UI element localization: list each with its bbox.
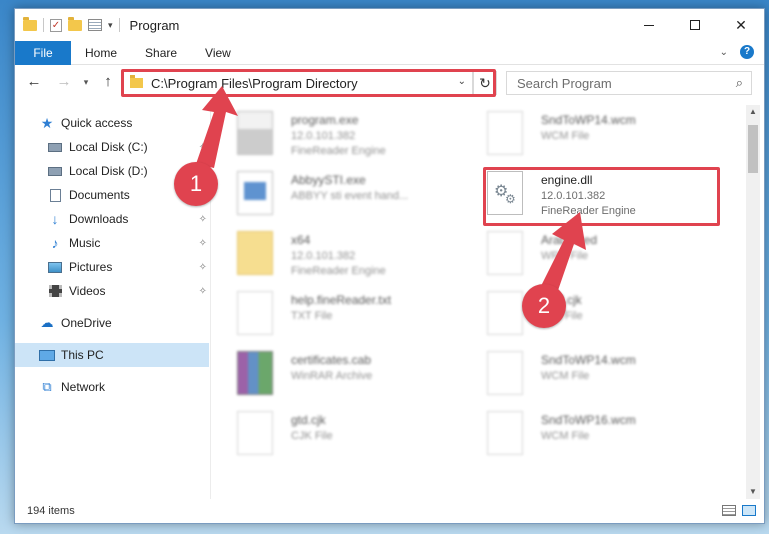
annotation-arrows xyxy=(196,86,586,302)
callout-step-2: 2 xyxy=(522,284,566,328)
callout-step-1: 1 xyxy=(174,162,218,206)
arrow-1 xyxy=(196,86,238,168)
